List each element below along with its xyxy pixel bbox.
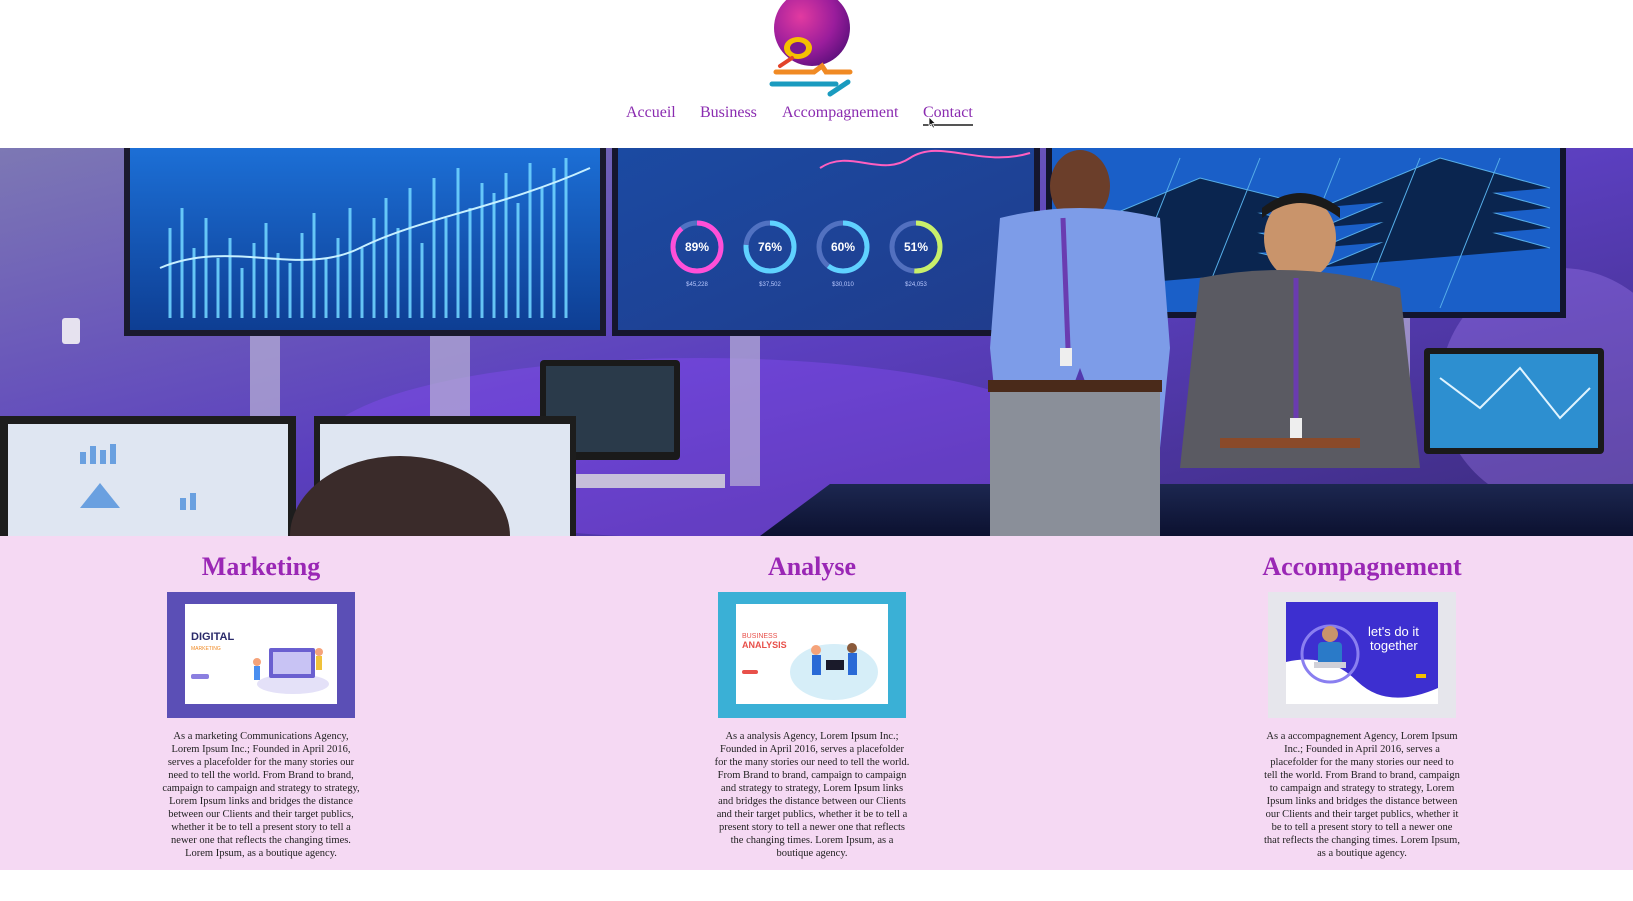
features-section: Marketing DIGITAL MARKETING As a marketi… xyxy=(0,536,1633,870)
gauge-label-2: 76% xyxy=(758,240,782,254)
thumb-subtitle: together xyxy=(1370,638,1418,653)
mouse-cursor-icon xyxy=(928,116,937,129)
page-bottom xyxy=(0,870,1633,901)
feature-thumbnail[interactable]: BUSINESS ANALYSIS xyxy=(718,592,906,718)
nav-accompagnement[interactable]: Accompagnement xyxy=(782,104,898,122)
gauge-caption-4: $24,053 xyxy=(905,282,927,288)
main-nav: Accueil Business Accompagnement Contact xyxy=(0,104,1633,134)
thumb-subtitle: ANALYSIS xyxy=(742,640,787,650)
gauge-caption-1: $45,228 xyxy=(686,282,708,288)
brand-logo[interactable] xyxy=(766,0,856,104)
feature-accompagnement: Accompagnement let's do it together As a… xyxy=(1252,536,1472,860)
thumb-subtitle: MARKETING xyxy=(191,646,221,652)
hero-image: 89% 76% 60% 51% $45,228 $37,502 $30,010 … xyxy=(0,148,1633,536)
feature-description: As a marketing Communications Agency, Lo… xyxy=(162,731,360,859)
feature-thumbnail[interactable]: DIGITAL MARKETING xyxy=(167,592,355,718)
feature-title: Analyse xyxy=(767,552,857,581)
site-header: Accueil Business Accompagnement Contact xyxy=(0,0,1633,148)
gauge-label-3: 60% xyxy=(831,240,855,254)
gauge-caption-3: $30,010 xyxy=(832,282,854,288)
thumb-title: DIGITAL xyxy=(191,631,234,643)
nav-business[interactable]: Business xyxy=(700,104,757,122)
feature-analyse: Analyse BUSINESS ANALYSIS As a analysis … xyxy=(702,536,922,860)
feature-thumbnail[interactable]: let's do it together xyxy=(1268,592,1456,718)
gauge-caption-2: $37,502 xyxy=(759,282,781,288)
feature-title: Accompagnement xyxy=(1262,552,1462,581)
feature-description: As a analysis Agency, Lorem Ipsum Inc.; … xyxy=(714,731,910,859)
thumb-title: let's do it xyxy=(1368,624,1419,639)
feature-description: As a accompagnement Agency, Lorem Ipsum … xyxy=(1264,731,1460,859)
feature-title: Marketing xyxy=(201,552,321,581)
thumb-title: BUSINESS xyxy=(742,633,778,640)
hero-banner: 89% 76% 60% 51% $45,228 $37,502 $30,010 … xyxy=(0,148,1633,536)
nav-accueil[interactable]: Accueil xyxy=(626,104,676,122)
feature-marketing: Marketing DIGITAL MARKETING As a marketi… xyxy=(151,536,371,860)
gauge-label-4: 51% xyxy=(904,240,928,254)
gauge-label-1: 89% xyxy=(685,240,709,254)
